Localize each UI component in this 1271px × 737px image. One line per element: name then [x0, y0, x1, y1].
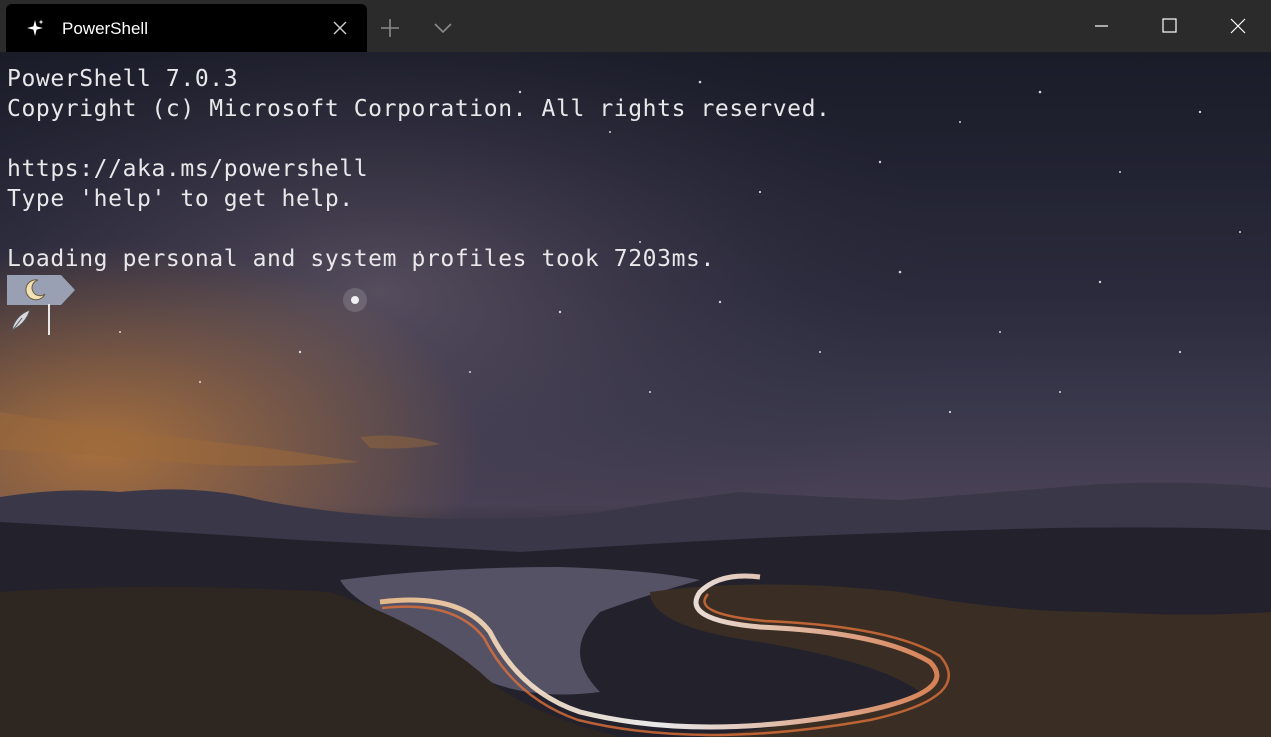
terminal-line: Copyright (c) Microsoft Corporation. All…: [7, 96, 831, 122]
minimize-button[interactable]: [1067, 0, 1135, 52]
title-bar: PowerShell: [0, 0, 1271, 52]
close-icon: [1230, 18, 1246, 34]
maximize-button[interactable]: [1135, 0, 1203, 52]
chevron-down-icon[interactable]: [431, 20, 455, 36]
terminal-line: https://aka.ms/powershell: [7, 156, 369, 182]
terminal-line: Loading personal and system profiles too…: [7, 246, 715, 272]
close-window-button[interactable]: [1203, 0, 1271, 52]
tab-title: PowerShell: [62, 19, 148, 38]
tab-powershell[interactable]: PowerShell: [6, 4, 367, 52]
plus-icon[interactable]: [379, 17, 401, 39]
minimize-icon: [1095, 25, 1108, 27]
quill-icon: [11, 309, 31, 333]
terminal-pane[interactable]: PowerShell 7.0.3 Copyright (c) Microsoft …: [0, 52, 1271, 737]
tab-close-icon[interactable]: [331, 19, 349, 37]
maximize-icon: [1162, 18, 1177, 33]
terminal-line: PowerShell 7.0.3: [7, 66, 239, 92]
terminal-line: Type 'help' to get help.: [7, 186, 354, 212]
terminal-output: PowerShell 7.0.3 Copyright (c) Microsoft …: [7, 64, 831, 274]
prompt-segment: [7, 275, 75, 305]
text-cursor: [48, 304, 50, 335]
powershell-sparkle-icon: [27, 19, 44, 36]
moon-icon: [25, 279, 46, 301]
